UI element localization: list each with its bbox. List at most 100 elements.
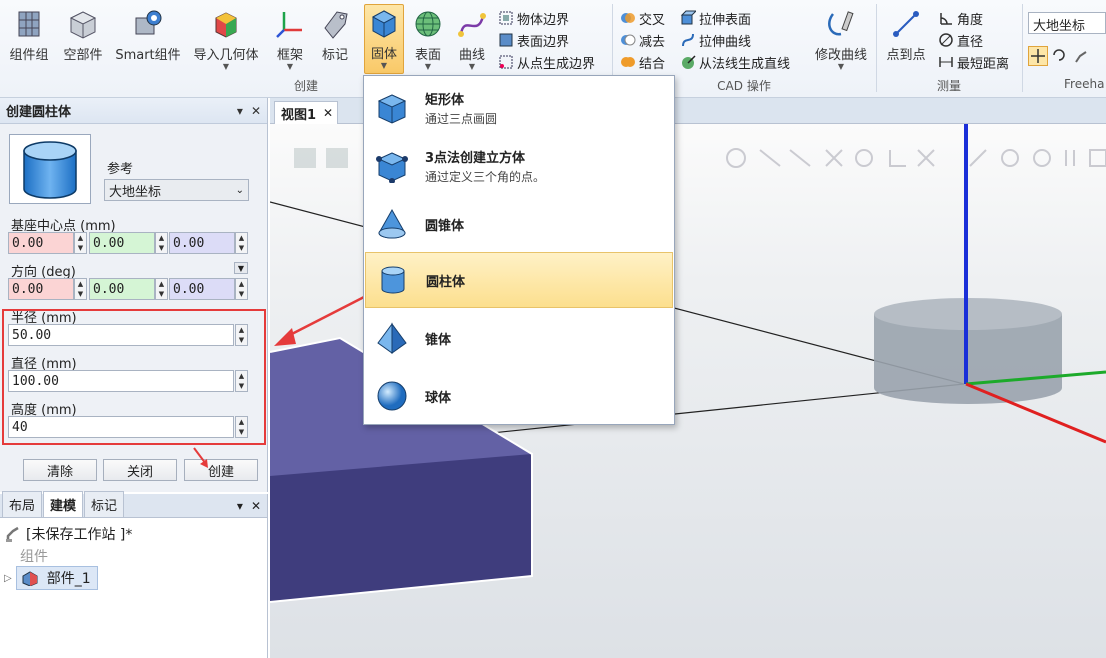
chevron-down-icon: ▼ — [468, 62, 476, 71]
menu-item-title: 圆锥体 — [425, 218, 465, 234]
tab-tags[interactable]: 标记 — [84, 491, 125, 517]
robot-station-icon — [6, 526, 19, 542]
view-extra-icon[interactable] — [1089, 149, 1106, 167]
menu-item-pyramid[interactable]: 锥体 — [365, 310, 673, 366]
modify-curve-icon — [828, 11, 854, 36]
base-center-x-spinner[interactable]: ▲ ▼ — [74, 232, 87, 254]
clear-button[interactable]: 清除 — [23, 459, 97, 481]
surface-boundary-button[interactable]: 表面边界 — [498, 30, 569, 50]
solid-button[interactable]: 固体 ▼ — [364, 4, 404, 74]
empty-part-button[interactable]: 空部件 — [58, 6, 108, 74]
coordinate-select[interactable]: 大地坐标 — [1028, 12, 1106, 34]
menu-item-sphere[interactable]: 球体 — [365, 368, 673, 424]
diameter-button[interactable]: 直径 — [938, 30, 983, 50]
menu-item-title: 3点法创建立方体 — [425, 151, 526, 166]
menu-item-box-3points[interactable]: 3点法创建立方体通过定义三个角的点。 — [365, 138, 673, 194]
object-boundary-icon — [499, 11, 513, 25]
select-tool-icon[interactable] — [294, 148, 316, 168]
snap-mid-icon[interactable] — [789, 149, 811, 167]
menu-item-desc: 通过三点画圆 — [425, 112, 498, 126]
component-group-icon — [18, 11, 40, 37]
close-icon[interactable]: ✕ — [323, 106, 333, 120]
snap-edge-icon[interactable] — [759, 149, 781, 167]
object-boundary-label: 物体边界 — [517, 12, 570, 28]
part-node[interactable]: 部件_1 — [15, 566, 98, 590]
reference-label: 参考 — [107, 162, 134, 177]
tab-modeling[interactable]: 建模 — [43, 491, 84, 517]
base-center-y-input[interactable]: 0.00 — [89, 232, 155, 254]
base-center-z-spinner[interactable]: ▲ ▼ — [235, 232, 248, 254]
surface-button[interactable]: 表面 ▼ — [408, 6, 448, 74]
snap-grid-icon[interactable] — [917, 149, 935, 167]
pyramid-icon — [377, 322, 407, 354]
tab-layout[interactable]: 布局 — [2, 491, 43, 517]
jog-tool-icon[interactable] — [1033, 149, 1051, 167]
modify-curve-label: 修改曲线 — [814, 48, 867, 63]
frame-axes-icon — [276, 12, 302, 38]
direction-y-spinner[interactable]: ▲ ▼ — [155, 278, 168, 300]
snap-end-icon[interactable] — [825, 149, 843, 167]
measure-icon[interactable] — [889, 150, 906, 167]
freehand-jog-button[interactable] — [1072, 46, 1092, 66]
pin-dropdown-icon[interactable]: ▾ — [237, 499, 243, 513]
boundary-from-points-button[interactable]: 从点生成边界 — [498, 52, 595, 72]
solid-label: 固体 — [370, 47, 397, 62]
move-tool-icon[interactable] — [969, 149, 987, 167]
reference-select[interactable]: 大地坐标 ⌄ — [104, 179, 249, 201]
base-center-y-spinner[interactable]: ▲ ▼ — [155, 232, 168, 254]
direction-expand-button[interactable]: ▼ — [234, 262, 248, 274]
point-to-point-button[interactable]: 点到点 — [882, 6, 930, 74]
base-center-x-input[interactable]: 0.00 — [8, 232, 74, 254]
rotate-tool-icon[interactable] — [1001, 149, 1019, 167]
tag-button[interactable]: 标记 — [314, 6, 356, 74]
cylinder-icon — [381, 266, 405, 294]
modify-curve-button[interactable]: 修改曲线 ▼ — [812, 6, 870, 74]
snap-object-icon[interactable] — [855, 149, 873, 167]
tab-view1[interactable]: 视图1 ✕ — [274, 101, 338, 124]
subtract-button[interactable]: 减去 — [620, 30, 665, 50]
chevron-down-icon: ▼ — [837, 62, 845, 71]
extrude-surface-button[interactable]: 拉伸表面 — [680, 8, 751, 28]
tree-item-part[interactable]: ▷ 部件_1 — [4, 566, 98, 590]
point-to-point-label: 点到点 — [886, 48, 926, 63]
move-icon — [1031, 49, 1045, 63]
expand-arrow-icon[interactable]: ▷ — [4, 573, 12, 584]
close-icon[interactable]: ✕ — [251, 499, 261, 513]
direction-z-input[interactable]: 0.00 — [169, 278, 235, 300]
menu-item-cone[interactable]: 圆锥体 — [365, 196, 673, 252]
measure-group-label: 测量 — [936, 79, 961, 93]
pause-icon[interactable] — [1065, 150, 1075, 166]
shortest-distance-button[interactable]: 最短距离 — [938, 52, 1009, 72]
smart-component-icon — [135, 10, 162, 35]
line-from-normal-button[interactable]: 从法线生成直线 — [680, 52, 790, 72]
base-center-z-input[interactable]: 0.00 — [169, 232, 235, 254]
freehand-rotate-button[interactable] — [1050, 46, 1070, 66]
menu-item-cylinder[interactable]: 圆柱体 — [365, 252, 673, 308]
close-button[interactable]: 关闭 — [103, 459, 177, 481]
direction-x-input[interactable]: 0.00 — [8, 278, 74, 300]
direction-x-spinner[interactable]: ▲ ▼ — [74, 278, 87, 300]
menu-item-box[interactable]: 矩形体 通过三点画圆 — [365, 80, 673, 136]
direction-y-input[interactable]: 0.00 — [89, 278, 155, 300]
component-group-button[interactable]: 组件组 — [4, 6, 54, 74]
union-button[interactable]: 结合 — [620, 52, 665, 72]
extrude-curve-button[interactable]: 拉伸曲线 — [680, 30, 751, 50]
station-tree-item[interactable]: [未保存工作站 ]* — [4, 524, 132, 544]
import-geometry-button[interactable]: 导入几何体 ▼ — [188, 6, 264, 74]
box-icon — [377, 94, 407, 124]
object-boundary-button[interactable]: 物体边界 — [498, 8, 569, 28]
direction-z-spinner[interactable]: ▲ ▼ — [235, 278, 248, 300]
intersect-button[interactable]: 交叉 — [620, 8, 665, 28]
curve-button[interactable]: 曲线 ▼ — [452, 6, 492, 74]
smart-component-button[interactable]: Smart组件 — [112, 6, 184, 74]
part-label: 部件_1 — [46, 571, 91, 587]
frame-button[interactable]: 框架 ▼ — [268, 6, 312, 74]
pin-dropdown-icon[interactable]: ▾ — [237, 104, 243, 118]
snap-center-icon[interactable] — [726, 148, 746, 168]
snap-tool-icon[interactable] — [326, 148, 348, 168]
menu-item-desc: 通过定义三个角的点。 — [425, 170, 546, 184]
close-icon[interactable]: ✕ — [251, 104, 261, 118]
angle-button[interactable]: 角度 — [938, 8, 983, 28]
rotate-icon — [1053, 49, 1065, 61]
freehand-move-button[interactable] — [1028, 46, 1048, 66]
